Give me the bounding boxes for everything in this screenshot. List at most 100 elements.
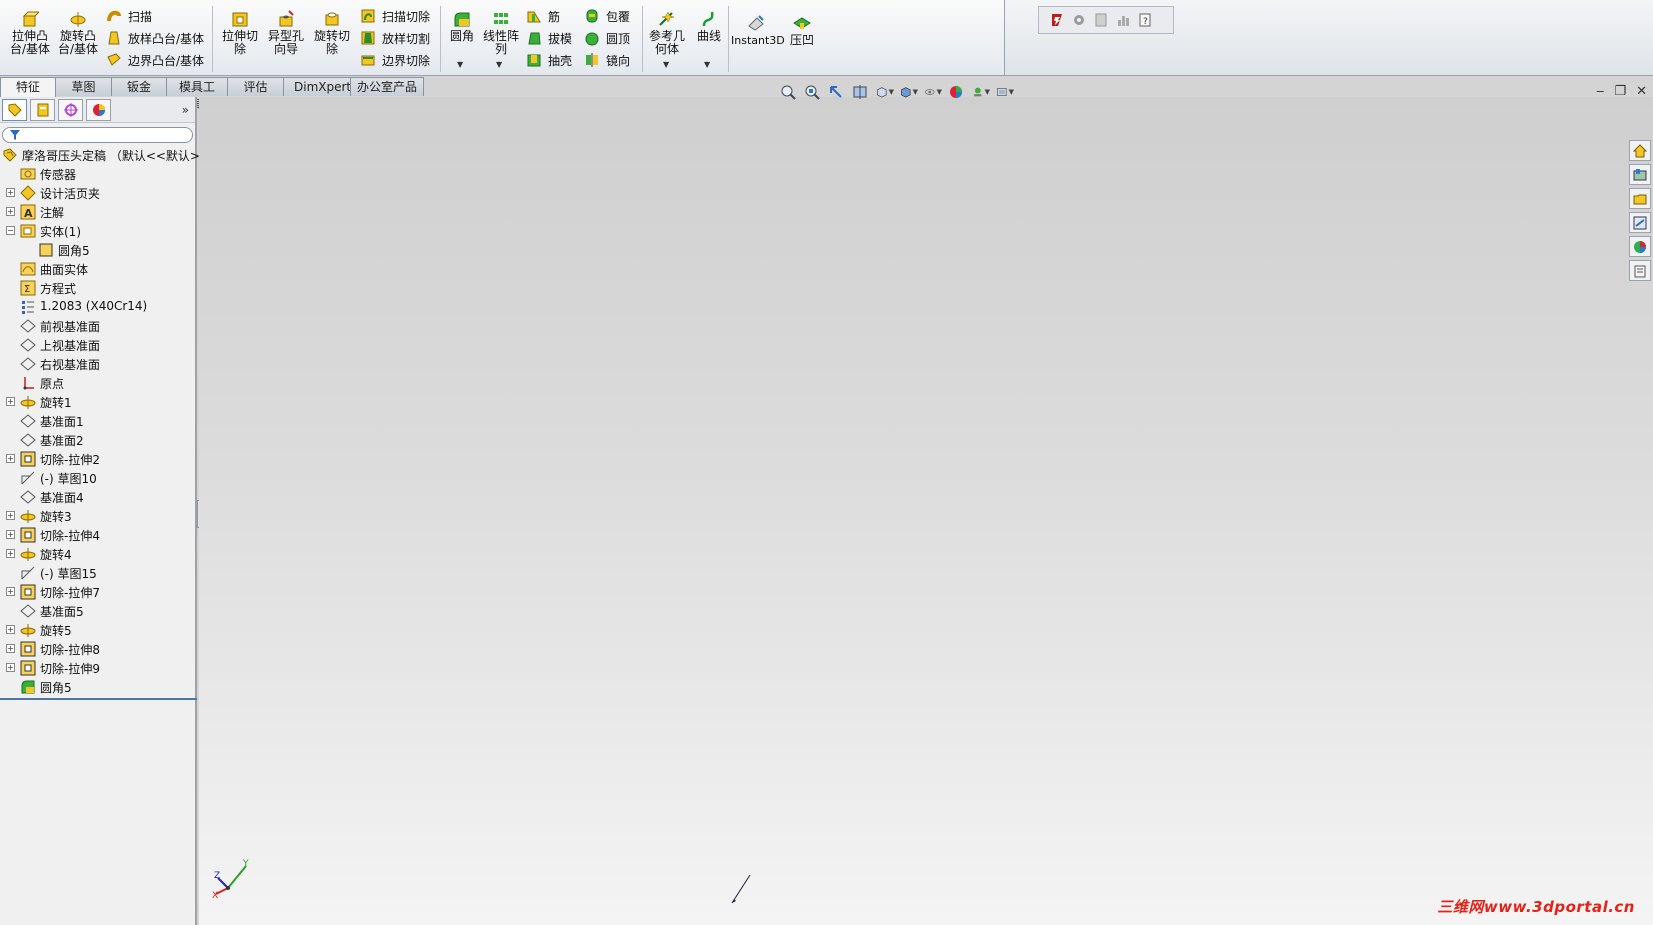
help-document-icon[interactable]: ?: [1137, 12, 1153, 28]
zoom-to-fit-button[interactable]: [780, 84, 798, 100]
expand-toggle-icon[interactable]: +: [6, 188, 15, 197]
sweep-button[interactable]: 扫描: [106, 6, 152, 26]
custom-properties-tab[interactable]: [1629, 260, 1651, 281]
tree-item[interactable]: (-) 草图10: [0, 468, 195, 487]
section-view-button[interactable]: [852, 84, 870, 100]
expand-toggle-icon[interactable]: +: [6, 644, 15, 653]
tree-item[interactable]: 上视基准面: [0, 335, 195, 354]
tree-rollback-bar[interactable]: [0, 698, 197, 700]
tree-item[interactable]: 原点: [0, 373, 195, 392]
bar-chart-icon[interactable]: [1115, 12, 1131, 28]
solidworks-resources-tab[interactable]: [1629, 140, 1651, 161]
hole-wizard-button[interactable]: 异型孔 向导: [264, 10, 308, 56]
tree-item[interactable]: 基准面5: [0, 601, 195, 620]
swept-cut-button[interactable]: 扫描切除: [360, 6, 430, 26]
tab-sketch[interactable]: 草图: [55, 77, 112, 96]
tree-item[interactable]: 1.2083 (X40Cr14): [0, 297, 195, 316]
boundary-cut-button[interactable]: 边界切除: [360, 50, 430, 70]
display-style-button[interactable]: ▼: [900, 84, 918, 100]
indent-button[interactable]: 压凹: [784, 14, 820, 47]
expand-toggle-icon[interactable]: +: [6, 587, 15, 596]
loft-boss-button[interactable]: 放样凸台/基体: [106, 28, 204, 48]
tree-item[interactable]: 基准面4: [0, 487, 195, 506]
document-icon[interactable]: [1093, 12, 1109, 28]
collapse-toggle-icon[interactable]: −: [6, 226, 15, 235]
tree-item[interactable]: + 切除-拉伸2: [0, 449, 195, 468]
gear-icon[interactable]: [1071, 12, 1087, 28]
property-manager-tab[interactable]: [30, 98, 55, 121]
tree-item[interactable]: + 旋转3: [0, 506, 195, 525]
tab-mold-tools[interactable]: 模具工具: [166, 77, 228, 112]
previous-view-button[interactable]: [828, 84, 846, 100]
tree-item[interactable]: 基准面2: [0, 430, 195, 449]
tree-item[interactable]: + 切除-拉伸7: [0, 582, 195, 601]
curves-button[interactable]: 曲线: [692, 10, 726, 43]
appearances-tab[interactable]: [1629, 236, 1651, 257]
reference-geometry-button[interactable]: 参考几 何体: [646, 10, 688, 56]
draft-button[interactable]: 拔模: [526, 28, 572, 48]
expand-toggle-icon[interactable]: +: [6, 207, 15, 216]
restore-icon[interactable]: ❐: [1614, 84, 1626, 99]
tree-item[interactable]: 基准面1: [0, 411, 195, 430]
tree-filter-input[interactable]: [2, 127, 193, 143]
tree-item[interactable]: − 实体(1): [0, 221, 195, 240]
tree-item[interactable]: + 切除-拉伸9: [0, 658, 195, 677]
extrude-cut-button[interactable]: 拉伸切 除: [218, 10, 262, 56]
tab-features[interactable]: 特征: [0, 77, 56, 97]
close-icon[interactable]: ✕: [1636, 84, 1647, 99]
expand-toggle-icon[interactable]: +: [6, 549, 15, 558]
view-orientation-button[interactable]: ▼: [876, 84, 894, 100]
tree-item[interactable]: + A 注解: [0, 202, 195, 221]
instant3d-button[interactable]: Instant3D: [731, 14, 785, 47]
expand-toggle-icon[interactable]: +: [6, 454, 15, 463]
mirror-button[interactable]: 镜向: [584, 50, 630, 70]
tree-item[interactable]: + 设计活页夹: [0, 183, 195, 202]
lofted-cut-button[interactable]: 放样切割: [360, 28, 430, 48]
feature-manager-tab[interactable]: [2, 98, 27, 121]
wrap-button[interactable]: 包覆: [584, 6, 630, 26]
boundary-boss-button[interactable]: 边界凸台/基体: [106, 50, 204, 70]
tree-item[interactable]: 前视基准面: [0, 316, 195, 335]
expand-toggle-icon[interactable]: +: [6, 663, 15, 672]
minimize-icon[interactable]: ‒: [1596, 84, 1604, 99]
linear-pattern-button[interactable]: 线性阵 列: [480, 10, 522, 56]
file-explorer-tab[interactable]: [1629, 188, 1651, 209]
reference-geometry-dropdown-arrow[interactable]: ▼: [663, 60, 669, 69]
expand-toggle-icon[interactable]: +: [6, 397, 15, 406]
tree-item[interactable]: + 旋转1: [0, 392, 195, 411]
zoom-to-area-button[interactable]: [804, 84, 822, 100]
revolve-boss-button[interactable]: 旋转凸 台/基体: [56, 10, 100, 56]
expand-toggle-icon[interactable]: +: [6, 530, 15, 539]
revolve-cut-button[interactable]: 旋转切 除: [310, 10, 354, 56]
graphics-area[interactable]: [199, 97, 1653, 925]
expand-panel-icon[interactable]: »: [182, 103, 189, 117]
tree-item[interactable]: + 切除-拉伸4: [0, 525, 195, 544]
curves-dropdown-arrow[interactable]: ▼: [704, 60, 710, 69]
dome-button[interactable]: 圆顶: [584, 28, 630, 48]
tab-evaluate[interactable]: 评估: [227, 77, 284, 96]
linear-pattern-dropdown-arrow[interactable]: ▼: [496, 60, 502, 69]
shell-button[interactable]: 抽壳: [526, 50, 572, 70]
tree-item[interactable]: + 切除-拉伸8: [0, 639, 195, 658]
hide-show-items-button[interactable]: ▼: [924, 84, 942, 100]
tree-item[interactable]: 右视基准面: [0, 354, 195, 373]
tree-item[interactable]: 圆角5: [0, 677, 195, 696]
tree-item[interactable]: 曲面实体: [0, 259, 195, 278]
expand-toggle-icon[interactable]: +: [6, 625, 15, 634]
design-library-tab[interactable]: [1629, 164, 1651, 185]
fillet-button[interactable]: 圆角: [444, 10, 480, 43]
tab-sheet-metal[interactable]: 钣金: [111, 77, 167, 96]
tree-root-part[interactable]: 摩洛哥压头定稿 （默认<<默认>_: [0, 145, 206, 164]
tree-item[interactable]: 圆角5: [0, 240, 195, 259]
tree-item[interactable]: + 旋转5: [0, 620, 195, 639]
view-settings-button[interactable]: ▼: [996, 84, 1014, 100]
expand-toggle-icon[interactable]: +: [6, 511, 15, 520]
tab-office-products[interactable]: 办公室产品: [350, 77, 424, 96]
display-manager-tab[interactable]: [86, 98, 111, 121]
tree-item[interactable]: 传感器: [0, 164, 195, 183]
tree-item[interactable]: (-) 草图15: [0, 563, 195, 582]
configuration-manager-tab[interactable]: [58, 98, 83, 121]
apply-scene-button[interactable]: ▼: [972, 84, 990, 100]
tab-dimxpert[interactable]: DimXpert: [283, 77, 351, 96]
view-palette-tab[interactable]: [1629, 212, 1651, 233]
